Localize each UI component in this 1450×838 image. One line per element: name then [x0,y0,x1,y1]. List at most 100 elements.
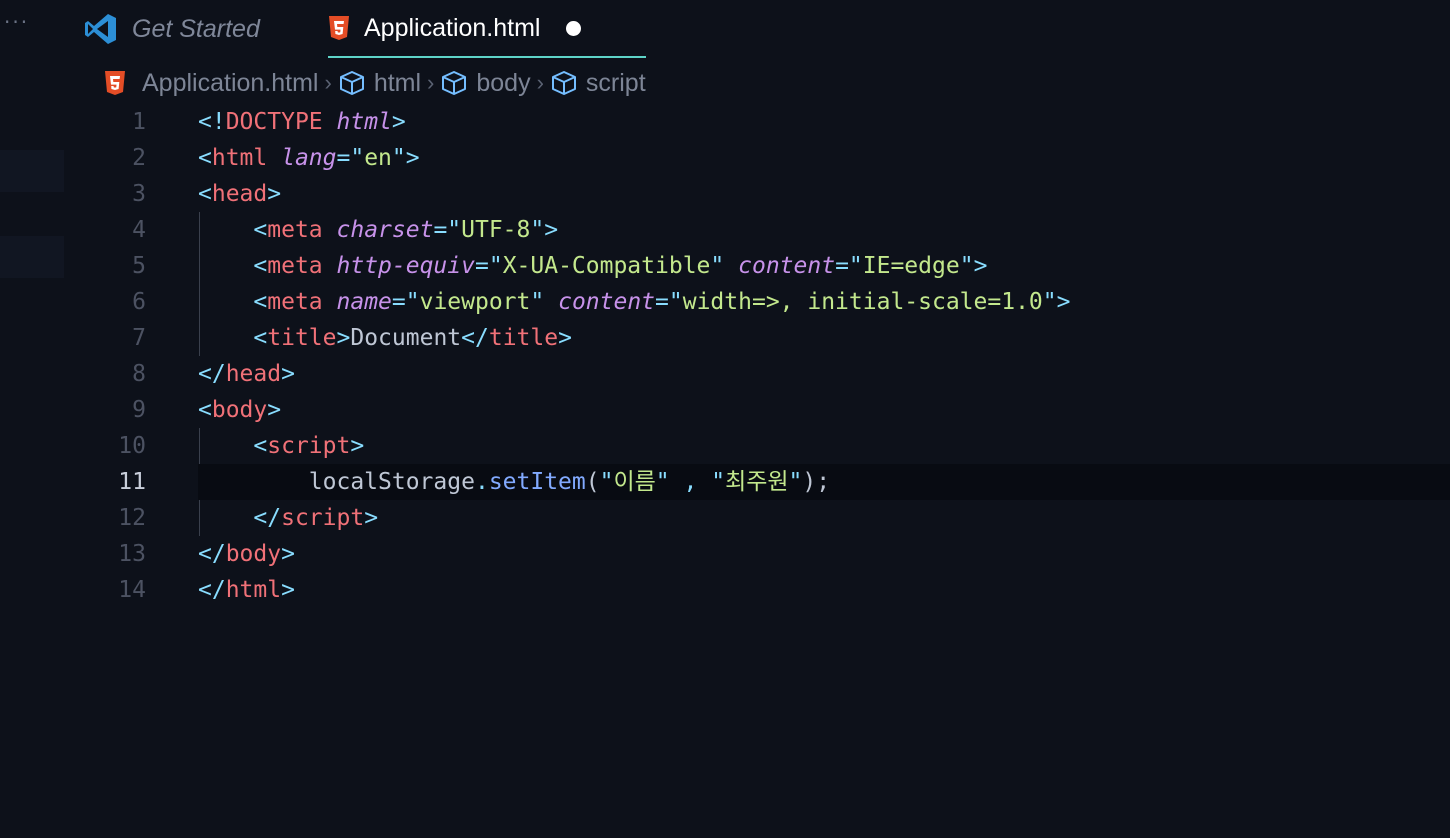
code-token: " [788,469,803,495]
code-line[interactable]: 10 <script> [0,428,1450,464]
code-token: > [267,181,282,207]
code-token: UTF-8 [461,217,531,243]
code-line[interactable]: 11 localStorage.setItem("이름" , "최주원"); [0,464,1450,500]
code-line[interactable]: 1 <!DOCTYPE html> [0,104,1450,140]
code-token: < [198,181,212,207]
code-text: <script> [198,428,364,464]
code-token: content [558,289,656,315]
code-token: < [253,325,268,351]
code-token: meta [267,217,323,243]
unsaved-dot-icon[interactable] [566,20,582,36]
code-token: 최주원 [725,469,789,495]
code-token: > [1056,289,1071,315]
code-token: html [225,577,282,603]
code-token: name [336,289,392,315]
code-token: < [253,433,268,459]
code-text: <!DOCTYPE html> [198,104,406,140]
more-actions-icon[interactable]: ··· [4,10,29,34]
code-line[interactable]: 9 <body> [0,392,1450,428]
code-token: X-UA-Compatible [502,253,711,279]
code-token: > [281,361,295,387]
code-token: width=>, initial-scale=1.0 [682,289,1043,315]
cube-icon [339,71,364,95]
tab-get-started[interactable]: Get Started [84,0,260,58]
line-number: 8 [132,361,146,387]
code-token: , [669,469,712,495]
code-token: =" [433,217,462,243]
code-token: < [198,145,212,171]
code-line[interactable]: 7 <title>Document</title> [0,320,1450,356]
code-line[interactable]: 8 </head> [0,356,1450,392]
code-line[interactable]: 3 <head> [0,176,1450,212]
line-number: 4 [132,217,146,243]
code-line[interactable]: 6 <meta name="viewport" content="width=>… [0,284,1450,320]
code-token: " [711,469,726,495]
code-token: 이름 [613,469,656,495]
chevron-right-icon: › [536,70,544,95]
code-token: setItem [488,469,586,495]
code-token: title [267,325,337,351]
code-token: en [364,145,392,171]
line-number: 1 [132,109,146,135]
tab-label: Application.html [364,13,541,42]
cube-icon [551,71,576,95]
code-line[interactable]: 5 <meta http-equiv="X-UA-Compatible" con… [0,248,1450,284]
breadcrumb-label: body [476,68,531,97]
line-number: 2 [132,145,146,171]
code-token: " [1042,289,1057,315]
code-line[interactable]: 4 <meta charset="UTF-8"> [0,212,1450,248]
code-text: <title>Document</title> [198,320,572,356]
code-token: > [267,397,282,423]
code-token: </ [198,361,226,387]
code-token: head [225,361,282,387]
line-number: 3 [132,181,146,207]
code-line[interactable]: 13 </body> [0,536,1450,572]
code-text: <meta name="viewport" content="width=>, … [198,284,1070,320]
breadcrumb-label: Application.html [142,68,319,97]
breadcrumb-item-html[interactable]: html [338,69,421,98]
code-token: </ [253,505,282,531]
code-token: Document [350,325,462,351]
code-token: html [336,109,392,135]
code-text: </head> [198,356,295,392]
breadcrumb-item-script[interactable]: script [550,69,646,98]
code-token: > [350,433,365,459]
code-token: ( [585,469,600,495]
tab-label: Get Started [132,14,260,43]
breadcrumb-item-file[interactable]: Application.html [104,69,318,98]
vscode-logo-icon [85,14,116,44]
code-token: title [488,325,559,351]
code-token: meta [267,253,323,279]
code-text: </html> [198,572,295,608]
chevron-right-icon: › [324,70,332,95]
code-token: =" [655,289,683,315]
code-line[interactable]: 14 </html> [0,572,1450,608]
code-token: " [599,469,614,495]
code-token: html [211,145,268,171]
code-token: localStorage [308,469,475,495]
code-token: =" [336,145,365,171]
code-token: =" [391,289,420,315]
code-line[interactable]: 2 <html lang="en"> [0,140,1450,176]
breadcrumb-label: script [585,68,646,97]
line-number: 5 [132,253,146,279]
breadcrumb-item-body[interactable]: body [440,68,531,98]
code-token: viewport [419,289,531,315]
code-token: lang [281,145,337,171]
tab-application-html[interactable]: Application.html [328,0,646,58]
code-line[interactable]: 12 </script> [0,500,1450,536]
line-number: 11 [118,469,146,495]
line-number: 9 [132,397,146,423]
